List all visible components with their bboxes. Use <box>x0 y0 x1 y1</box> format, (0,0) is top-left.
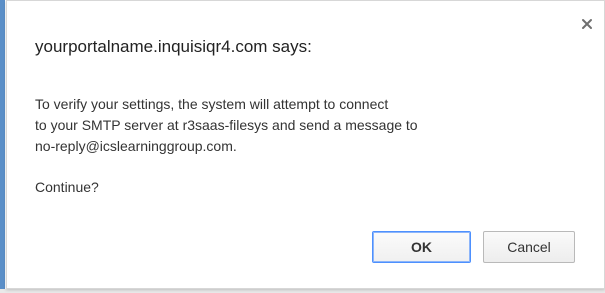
ok-button[interactable]: OK <box>372 231 471 263</box>
close-icon[interactable] <box>580 17 594 31</box>
dialog-title: yourportalname.inquisiqr4.com says: <box>35 37 312 56</box>
cancel-button[interactable]: Cancel <box>483 231 575 263</box>
confirm-dialog: yourportalname.inquisiqr4.com says: To v… <box>6 0 605 289</box>
dialog-prompt: Continue? <box>35 179 99 195</box>
message-line: no-reply@icslearninggroup.com. <box>35 138 237 154</box>
dialog-message: To verify your settings, the system will… <box>35 94 505 157</box>
message-line: to your SMTP server at r3saas-filesys an… <box>35 117 418 133</box>
message-line: To verify your settings, the system will… <box>35 96 389 112</box>
window-edge <box>0 0 5 293</box>
window-bottom-edge <box>0 289 605 293</box>
